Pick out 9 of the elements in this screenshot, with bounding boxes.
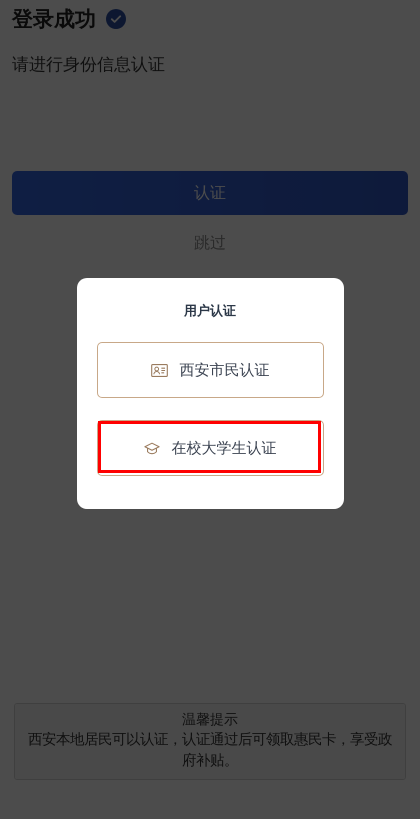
option-button[interactable]: 在校大学生认证	[96, 420, 324, 476]
option-button[interactable]: 西安市民认证	[96, 342, 324, 398]
notice-title: 温馨提示	[182, 711, 238, 730]
graduation-cap-icon	[144, 442, 160, 454]
dialog-title: 用户认证	[182, 302, 237, 320]
id-card-icon	[150, 364, 168, 376]
page-title: 登录成功	[12, 6, 96, 33]
notice-text: 西安本地居民可以认证，认证通过后可领取惠民卡，享受政府补贴。	[28, 730, 392, 771]
subtitle: 请进行身份信息认证	[12, 54, 166, 76]
